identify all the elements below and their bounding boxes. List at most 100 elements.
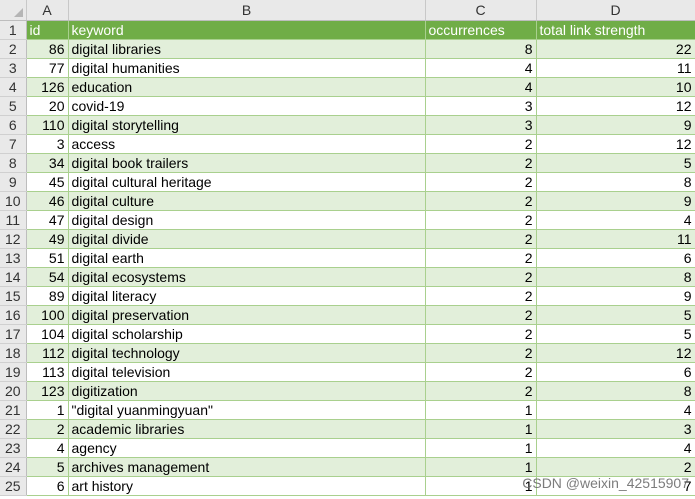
cell-occurrences[interactable]: 2 xyxy=(425,191,537,211)
row-number[interactable]: 1 xyxy=(0,20,27,40)
cell-keyword[interactable]: digital humanities xyxy=(68,58,426,78)
row-number[interactable]: 20 xyxy=(0,381,27,401)
row-number[interactable]: 23 xyxy=(0,438,27,458)
cell-id[interactable]: 126 xyxy=(26,77,69,97)
cell-occurrences[interactable]: 2 xyxy=(425,343,537,363)
cell-total-link-strength[interactable]: 5 xyxy=(536,153,695,173)
cell-keyword[interactable]: education xyxy=(68,77,426,97)
row-number[interactable]: 12 xyxy=(0,229,27,249)
cell-total-link-strength[interactable]: 5 xyxy=(536,324,695,344)
row-number[interactable]: 4 xyxy=(0,77,27,97)
header-cell-id[interactable]: id xyxy=(26,20,69,40)
select-all-corner[interactable] xyxy=(0,0,27,21)
cell-keyword[interactable]: agency xyxy=(68,438,426,458)
column-header-a[interactable]: A xyxy=(26,0,69,21)
cell-total-link-strength[interactable]: 4 xyxy=(536,400,695,420)
cell-occurrences[interactable]: 1 xyxy=(425,419,537,439)
row-number[interactable]: 18 xyxy=(0,343,27,363)
cell-id[interactable]: 34 xyxy=(26,153,69,173)
cell-id[interactable]: 123 xyxy=(26,381,69,401)
cell-id[interactable]: 77 xyxy=(26,58,69,78)
cell-id[interactable]: 45 xyxy=(26,172,69,192)
row-number[interactable]: 14 xyxy=(0,267,27,287)
cell-id[interactable]: 4 xyxy=(26,438,69,458)
row-number[interactable]: 16 xyxy=(0,305,27,325)
cell-keyword[interactable]: digital culture xyxy=(68,191,426,211)
row-number[interactable]: 2 xyxy=(0,39,27,59)
cell-keyword[interactable]: digital cultural heritage xyxy=(68,172,426,192)
cell-occurrences[interactable]: 8 xyxy=(425,39,537,59)
cell-total-link-strength[interactable]: 8 xyxy=(536,172,695,192)
row-number[interactable]: 11 xyxy=(0,210,27,230)
cell-id[interactable]: 86 xyxy=(26,39,69,59)
cell-occurrences[interactable]: 2 xyxy=(425,381,537,401)
cell-keyword[interactable]: digitization xyxy=(68,381,426,401)
column-header-d[interactable]: D xyxy=(536,0,695,21)
cell-keyword[interactable]: academic libraries xyxy=(68,419,426,439)
row-number[interactable]: 17 xyxy=(0,324,27,344)
cell-keyword[interactable]: digital divide xyxy=(68,229,426,249)
cell-occurrences[interactable]: 2 xyxy=(425,229,537,249)
cell-total-link-strength[interactable]: 2 xyxy=(536,457,695,477)
cell-id[interactable]: 46 xyxy=(26,191,69,211)
cell-occurrences[interactable]: 2 xyxy=(425,286,537,306)
row-number[interactable]: 9 xyxy=(0,172,27,192)
row-number[interactable]: 3 xyxy=(0,58,27,78)
row-number[interactable]: 6 xyxy=(0,115,27,135)
cell-id[interactable]: 5 xyxy=(26,457,69,477)
row-number[interactable]: 22 xyxy=(0,419,27,439)
cell-occurrences[interactable]: 4 xyxy=(425,58,537,78)
cell-id[interactable]: 49 xyxy=(26,229,69,249)
cell-id[interactable]: 20 xyxy=(26,96,69,116)
header-cell-total-link-strength[interactable]: total link strength xyxy=(536,20,695,40)
cell-keyword[interactable]: covid-19 xyxy=(68,96,426,116)
cell-keyword[interactable]: digital ecosystems xyxy=(68,267,426,287)
cell-occurrences[interactable]: 2 xyxy=(425,172,537,192)
cell-occurrences[interactable]: 2 xyxy=(425,134,537,154)
cell-id[interactable]: 100 xyxy=(26,305,69,325)
row-number[interactable]: 10 xyxy=(0,191,27,211)
cell-id[interactable]: 110 xyxy=(26,115,69,135)
cell-keyword[interactable]: "digital yuanmingyuan" xyxy=(68,400,426,420)
cell-keyword[interactable]: digital storytelling xyxy=(68,115,426,135)
cell-keyword[interactable]: digital design xyxy=(68,210,426,230)
cell-total-link-strength[interactable]: 8 xyxy=(536,381,695,401)
row-number[interactable]: 15 xyxy=(0,286,27,306)
cell-id[interactable]: 51 xyxy=(26,248,69,268)
cell-keyword[interactable]: digital technology xyxy=(68,343,426,363)
cell-occurrences[interactable]: 1 xyxy=(425,476,537,496)
cell-id[interactable]: 6 xyxy=(26,476,69,496)
cell-occurrences[interactable]: 3 xyxy=(425,115,537,135)
row-number[interactable]: 24 xyxy=(0,457,27,477)
cell-occurrences[interactable]: 2 xyxy=(425,362,537,382)
cell-id[interactable]: 2 xyxy=(26,419,69,439)
cell-total-link-strength[interactable]: 9 xyxy=(536,191,695,211)
cell-total-link-strength[interactable]: 10 xyxy=(536,77,695,97)
header-cell-keyword[interactable]: keyword xyxy=(68,20,426,40)
cell-keyword[interactable]: digital scholarship xyxy=(68,324,426,344)
cell-id[interactable]: 104 xyxy=(26,324,69,344)
row-number[interactable]: 13 xyxy=(0,248,27,268)
cell-id[interactable]: 3 xyxy=(26,134,69,154)
row-number[interactable]: 21 xyxy=(0,400,27,420)
cell-total-link-strength[interactable]: 12 xyxy=(536,134,695,154)
cell-keyword[interactable]: art history xyxy=(68,476,426,496)
column-header-c[interactable]: C xyxy=(425,0,537,21)
cell-total-link-strength[interactable]: 12 xyxy=(536,343,695,363)
cell-id[interactable]: 54 xyxy=(26,267,69,287)
row-number[interactable]: 7 xyxy=(0,134,27,154)
cell-occurrences[interactable]: 2 xyxy=(425,248,537,268)
cell-total-link-strength[interactable]: 4 xyxy=(536,210,695,230)
row-number[interactable]: 8 xyxy=(0,153,27,173)
cell-total-link-strength[interactable]: 4 xyxy=(536,438,695,458)
cell-keyword[interactable]: digital earth xyxy=(68,248,426,268)
cell-total-link-strength[interactable]: 9 xyxy=(536,286,695,306)
cell-total-link-strength[interactable]: 6 xyxy=(536,248,695,268)
cell-occurrences[interactable]: 1 xyxy=(425,457,537,477)
cell-keyword[interactable]: archives management xyxy=(68,457,426,477)
cell-keyword[interactable]: digital literacy xyxy=(68,286,426,306)
cell-id[interactable]: 112 xyxy=(26,343,69,363)
cell-keyword[interactable]: digital libraries xyxy=(68,39,426,59)
cell-occurrences[interactable]: 2 xyxy=(425,267,537,287)
cell-occurrences[interactable]: 1 xyxy=(425,438,537,458)
